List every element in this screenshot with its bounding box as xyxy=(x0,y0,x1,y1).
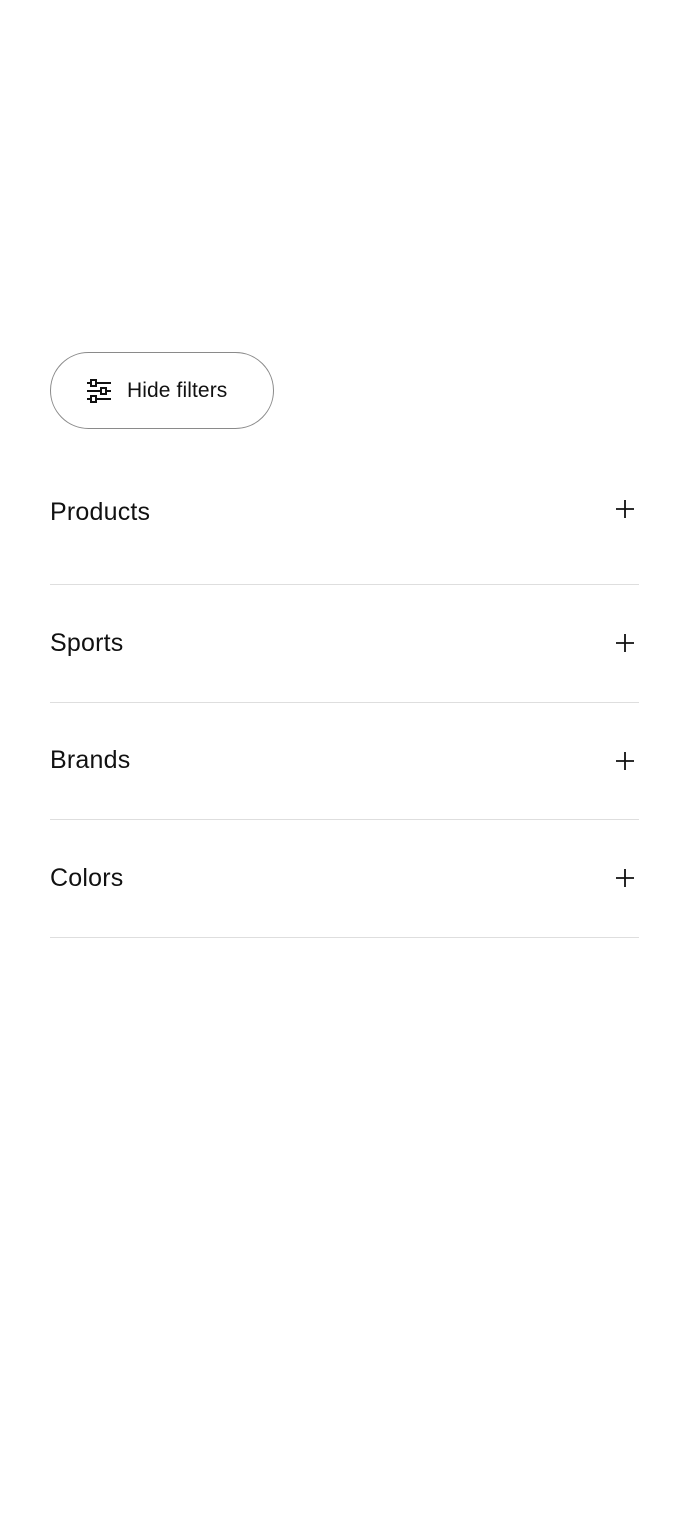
plus-icon[interactable] xyxy=(614,750,636,772)
filter-accordion: Products Sports Brands Colors xyxy=(50,476,639,938)
filter-section-title: Products xyxy=(50,498,151,526)
filter-section-products[interactable]: Products xyxy=(50,476,639,585)
hide-filters-label: Hide filters xyxy=(127,378,228,402)
filter-section-colors[interactable]: Colors xyxy=(50,820,639,938)
filter-section-sports[interactable]: Sports xyxy=(50,585,639,703)
filter-section-title: Colors xyxy=(50,863,124,892)
filter-section-title: Brands xyxy=(50,746,131,775)
filter-panel: Hide filters Products Sports Brands Colo… xyxy=(50,352,639,938)
filter-section-brands[interactable]: Brands xyxy=(50,703,639,820)
filter-section-title: Sports xyxy=(50,628,124,657)
sliders-icon xyxy=(86,378,112,403)
plus-icon[interactable] xyxy=(614,498,636,520)
plus-icon[interactable] xyxy=(614,632,636,654)
hide-filters-button[interactable]: Hide filters xyxy=(50,352,274,429)
plus-icon[interactable] xyxy=(614,867,636,889)
